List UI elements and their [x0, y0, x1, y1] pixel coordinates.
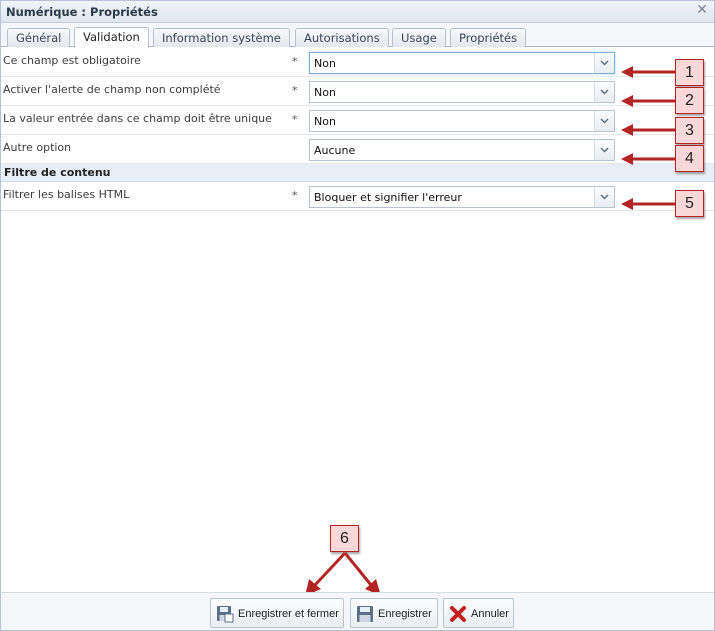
required-mark: *	[292, 189, 298, 202]
chevron-down-icon	[600, 60, 609, 66]
save-close-icon	[217, 606, 234, 623]
button-label: Annuler	[471, 608, 509, 620]
tab-validation[interactable]: Validation	[74, 27, 149, 48]
unique-select[interactable]: Non	[309, 110, 615, 132]
required-mark: *	[292, 84, 298, 97]
field-label: Ce champ est obligatoire	[3, 54, 141, 67]
dropdown-trigger[interactable]	[594, 82, 614, 102]
tab-autorisations[interactable]: Autorisations	[295, 28, 389, 47]
dialog-footer: Enregistrer et fermer Enregistrer Annule…	[1, 592, 714, 630]
field-row-unique: La valeur entrée dans ce champ doit être…	[1, 106, 714, 135]
obligatoire-select[interactable]: Non	[309, 52, 615, 74]
validation-form: Ce champ est obligatoire * Non Activer l…	[1, 48, 714, 211]
select-value: Non	[314, 115, 336, 128]
required-mark: *	[292, 55, 298, 68]
title-bar: Numérique : Propriétés ✕	[1, 1, 714, 23]
annotation-badge-1: 1	[675, 59, 704, 86]
dropdown-trigger[interactable]	[594, 111, 614, 131]
tab-proprietes[interactable]: Propriétés	[450, 28, 527, 47]
chevron-down-icon	[600, 147, 609, 153]
section-header-filtre: Filtre de contenu	[1, 164, 714, 182]
section-title: Filtre de contenu	[4, 166, 111, 179]
annotation-badge-2: 2	[675, 87, 704, 114]
dropdown-trigger[interactable]	[594, 53, 614, 73]
save-button[interactable]: Enregistrer	[350, 598, 438, 628]
field-row-obligatoire: Ce champ est obligatoire * Non	[1, 48, 714, 77]
select-value: Bloquer et signifier l'erreur	[314, 191, 462, 204]
cancel-button[interactable]: Annuler	[443, 598, 514, 628]
annotation-badge-5: 5	[675, 190, 704, 217]
annotation-badge-6: 6	[330, 525, 359, 552]
alerte-select[interactable]: Non	[309, 81, 615, 103]
field-row-alerte: Activer l'alerte de champ non complété *…	[1, 77, 714, 106]
dropdown-trigger[interactable]	[594, 140, 614, 160]
button-label: Enregistrer et fermer	[238, 608, 339, 620]
chevron-down-icon	[600, 194, 609, 200]
properties-dialog: Numérique : Propriétés ✕ Général Validat…	[0, 0, 715, 631]
field-row-autre-option: Autre option Aucune	[1, 135, 714, 164]
tab-strip: Général Validation Information système A…	[1, 23, 714, 48]
annotation-arrows	[621, 66, 675, 165]
select-value: Aucune	[314, 144, 356, 157]
save-and-close-button[interactable]: Enregistrer et fermer	[210, 598, 344, 628]
required-mark: *	[292, 113, 298, 126]
dialog-title: Numérique : Propriétés	[6, 5, 158, 19]
autre-option-select[interactable]: Aucune	[309, 139, 615, 161]
button-label: Enregistrer	[378, 608, 432, 620]
chevron-down-icon	[600, 118, 609, 124]
field-row-filtrer-html: Filtrer les balises HTML * Bloquer et si…	[1, 182, 714, 211]
select-value: Non	[314, 57, 336, 70]
field-label: La valeur entrée dans ce champ doit être…	[3, 112, 272, 125]
field-label: Activer l'alerte de champ non complété	[3, 83, 221, 96]
dropdown-trigger[interactable]	[594, 187, 614, 207]
tab-usage[interactable]: Usage	[392, 28, 446, 47]
close-icon[interactable]: ✕	[695, 3, 709, 17]
floppy-disk-icon	[357, 606, 373, 622]
tab-general[interactable]: Général	[7, 28, 71, 47]
field-label: Autre option	[3, 141, 72, 154]
field-label: Filtrer les balises HTML	[3, 188, 130, 201]
annotation-badge-3: 3	[675, 117, 704, 144]
tab-information-systeme[interactable]: Information système	[153, 28, 290, 47]
cancel-x-icon	[450, 606, 466, 622]
filtrer-html-select[interactable]: Bloquer et signifier l'erreur	[309, 186, 615, 208]
select-value: Non	[314, 86, 336, 99]
annotation-badge-4: 4	[675, 145, 704, 172]
chevron-down-icon	[600, 89, 609, 95]
annotation-arrow-5	[621, 198, 675, 210]
